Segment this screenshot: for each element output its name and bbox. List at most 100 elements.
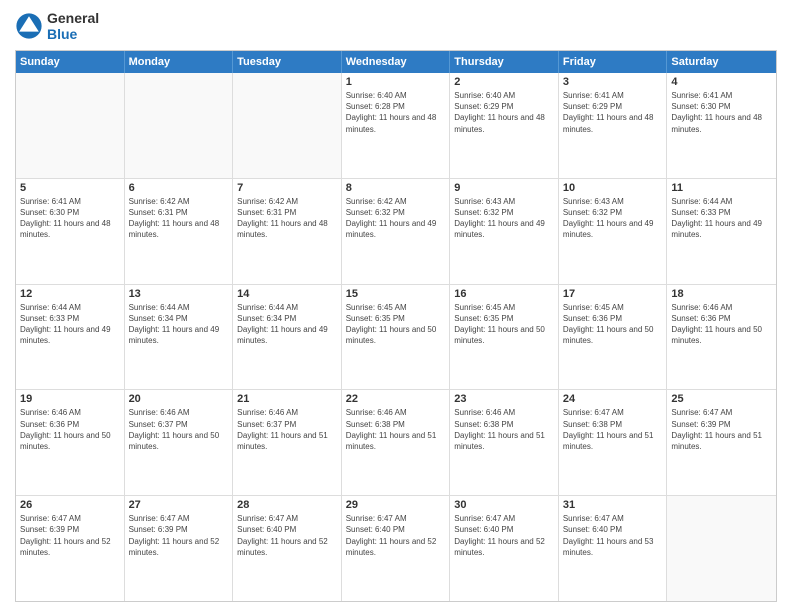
sunset-label: Sunset: 6:29 PM xyxy=(454,102,513,111)
sunset-label: Sunset: 6:30 PM xyxy=(671,102,730,111)
sunrise-label: Sunrise: 6:42 AM xyxy=(129,197,190,206)
sunset-label: Sunset: 6:31 PM xyxy=(237,208,296,217)
daylight-label: Daylight: 11 hours and 51 minutes. xyxy=(237,431,328,451)
daylight-label: Daylight: 11 hours and 52 minutes. xyxy=(20,537,111,557)
sunrise-label: Sunrise: 6:47 AM xyxy=(346,514,407,523)
sunrise-label: Sunrise: 6:46 AM xyxy=(20,408,81,417)
sunset-label: Sunset: 6:38 PM xyxy=(346,420,405,429)
day-number: 3 xyxy=(563,76,663,88)
day-number: 2 xyxy=(454,76,554,88)
calendar-week-5: 26 Sunrise: 6:47 AM Sunset: 6:39 PM Dayl… xyxy=(16,496,776,601)
daylight-label: Daylight: 11 hours and 52 minutes. xyxy=(237,537,328,557)
day-info: Sunrise: 6:41 AM Sunset: 6:30 PM Dayligh… xyxy=(20,196,120,241)
day-info: Sunrise: 6:47 AM Sunset: 6:40 PM Dayligh… xyxy=(454,513,554,558)
day-info: Sunrise: 6:44 AM Sunset: 6:34 PM Dayligh… xyxy=(237,302,337,347)
sunset-label: Sunset: 6:37 PM xyxy=(237,420,296,429)
sunset-label: Sunset: 6:33 PM xyxy=(671,208,730,217)
day-number: 25 xyxy=(671,393,772,405)
sunset-label: Sunset: 6:32 PM xyxy=(454,208,513,217)
day-number: 12 xyxy=(20,288,120,300)
day-number: 18 xyxy=(671,288,772,300)
sunrise-label: Sunrise: 6:46 AM xyxy=(454,408,515,417)
sunset-label: Sunset: 6:35 PM xyxy=(454,314,513,323)
day-number: 14 xyxy=(237,288,337,300)
calendar-cell: 28 Sunrise: 6:47 AM Sunset: 6:40 PM Dayl… xyxy=(233,496,342,601)
day-info: Sunrise: 6:47 AM Sunset: 6:40 PM Dayligh… xyxy=(563,513,663,558)
sunset-label: Sunset: 6:34 PM xyxy=(129,314,188,323)
day-info: Sunrise: 6:42 AM Sunset: 6:32 PM Dayligh… xyxy=(346,196,446,241)
day-number: 26 xyxy=(20,499,120,511)
day-info: Sunrise: 6:42 AM Sunset: 6:31 PM Dayligh… xyxy=(237,196,337,241)
daylight-label: Daylight: 11 hours and 48 minutes. xyxy=(129,219,220,239)
day-number: 8 xyxy=(346,182,446,194)
day-info: Sunrise: 6:43 AM Sunset: 6:32 PM Dayligh… xyxy=(563,196,663,241)
day-info: Sunrise: 6:47 AM Sunset: 6:40 PM Dayligh… xyxy=(346,513,446,558)
day-number: 23 xyxy=(454,393,554,405)
day-number: 29 xyxy=(346,499,446,511)
calendar-body: 1 Sunrise: 6:40 AM Sunset: 6:28 PM Dayli… xyxy=(16,73,776,601)
calendar-cell: 6 Sunrise: 6:42 AM Sunset: 6:31 PM Dayli… xyxy=(125,179,234,284)
day-info: Sunrise: 6:42 AM Sunset: 6:31 PM Dayligh… xyxy=(129,196,229,241)
sunrise-label: Sunrise: 6:47 AM xyxy=(563,408,624,417)
sunrise-label: Sunrise: 6:46 AM xyxy=(346,408,407,417)
calendar-cell: 26 Sunrise: 6:47 AM Sunset: 6:39 PM Dayl… xyxy=(16,496,125,601)
sunrise-label: Sunrise: 6:45 AM xyxy=(346,303,407,312)
sunset-label: Sunset: 6:31 PM xyxy=(129,208,188,217)
daylight-label: Daylight: 11 hours and 50 minutes. xyxy=(129,431,220,451)
calendar-cell xyxy=(667,496,776,601)
sunset-label: Sunset: 6:29 PM xyxy=(563,102,622,111)
day-number: 17 xyxy=(563,288,663,300)
calendar-cell xyxy=(233,73,342,178)
daylight-label: Daylight: 11 hours and 53 minutes. xyxy=(563,537,654,557)
day-number: 30 xyxy=(454,499,554,511)
day-number: 9 xyxy=(454,182,554,194)
daylight-label: Daylight: 11 hours and 48 minutes. xyxy=(563,113,654,133)
day-number: 10 xyxy=(563,182,663,194)
calendar-cell xyxy=(125,73,234,178)
calendar-cell: 4 Sunrise: 6:41 AM Sunset: 6:30 PM Dayli… xyxy=(667,73,776,178)
sunrise-label: Sunrise: 6:47 AM xyxy=(671,408,732,417)
calendar-header-day-tuesday: Tuesday xyxy=(233,51,342,73)
sunset-label: Sunset: 6:38 PM xyxy=(454,420,513,429)
sunset-label: Sunset: 6:32 PM xyxy=(346,208,405,217)
day-info: Sunrise: 6:47 AM Sunset: 6:40 PM Dayligh… xyxy=(237,513,337,558)
calendar-cell: 1 Sunrise: 6:40 AM Sunset: 6:28 PM Dayli… xyxy=(342,73,451,178)
calendar-cell: 15 Sunrise: 6:45 AM Sunset: 6:35 PM Dayl… xyxy=(342,285,451,390)
calendar-header-day-sunday: Sunday xyxy=(16,51,125,73)
daylight-label: Daylight: 11 hours and 51 minutes. xyxy=(346,431,437,451)
sunset-label: Sunset: 6:39 PM xyxy=(671,420,730,429)
daylight-label: Daylight: 11 hours and 49 minutes. xyxy=(454,219,545,239)
day-number: 7 xyxy=(237,182,337,194)
sunrise-label: Sunrise: 6:42 AM xyxy=(346,197,407,206)
calendar-cell: 13 Sunrise: 6:44 AM Sunset: 6:34 PM Dayl… xyxy=(125,285,234,390)
day-info: Sunrise: 6:47 AM Sunset: 6:39 PM Dayligh… xyxy=(671,407,772,452)
calendar-header-day-thursday: Thursday xyxy=(450,51,559,73)
daylight-label: Daylight: 11 hours and 49 minutes. xyxy=(20,325,111,345)
calendar-cell: 3 Sunrise: 6:41 AM Sunset: 6:29 PM Dayli… xyxy=(559,73,668,178)
sunset-label: Sunset: 6:39 PM xyxy=(20,525,79,534)
logo-text: General Blue xyxy=(47,10,99,42)
sunset-label: Sunset: 6:36 PM xyxy=(671,314,730,323)
calendar-cell: 14 Sunrise: 6:44 AM Sunset: 6:34 PM Dayl… xyxy=(233,285,342,390)
sunset-label: Sunset: 6:30 PM xyxy=(20,208,79,217)
sunset-label: Sunset: 6:40 PM xyxy=(563,525,622,534)
daylight-label: Daylight: 11 hours and 51 minutes. xyxy=(454,431,545,451)
sunrise-label: Sunrise: 6:41 AM xyxy=(20,197,81,206)
day-number: 4 xyxy=(671,76,772,88)
daylight-label: Daylight: 11 hours and 49 minutes. xyxy=(237,325,328,345)
sunrise-label: Sunrise: 6:47 AM xyxy=(129,514,190,523)
day-info: Sunrise: 6:41 AM Sunset: 6:30 PM Dayligh… xyxy=(671,90,772,135)
day-number: 22 xyxy=(346,393,446,405)
day-number: 1 xyxy=(346,76,446,88)
calendar-cell: 23 Sunrise: 6:46 AM Sunset: 6:38 PM Dayl… xyxy=(450,390,559,495)
day-number: 21 xyxy=(237,393,337,405)
daylight-label: Daylight: 11 hours and 50 minutes. xyxy=(671,325,762,345)
day-number: 5 xyxy=(20,182,120,194)
calendar-cell: 9 Sunrise: 6:43 AM Sunset: 6:32 PM Dayli… xyxy=(450,179,559,284)
sunset-label: Sunset: 6:28 PM xyxy=(346,102,405,111)
daylight-label: Daylight: 11 hours and 48 minutes. xyxy=(237,219,328,239)
sunrise-label: Sunrise: 6:44 AM xyxy=(20,303,81,312)
sunset-label: Sunset: 6:33 PM xyxy=(20,314,79,323)
daylight-label: Daylight: 11 hours and 48 minutes. xyxy=(346,113,437,133)
day-info: Sunrise: 6:47 AM Sunset: 6:39 PM Dayligh… xyxy=(129,513,229,558)
